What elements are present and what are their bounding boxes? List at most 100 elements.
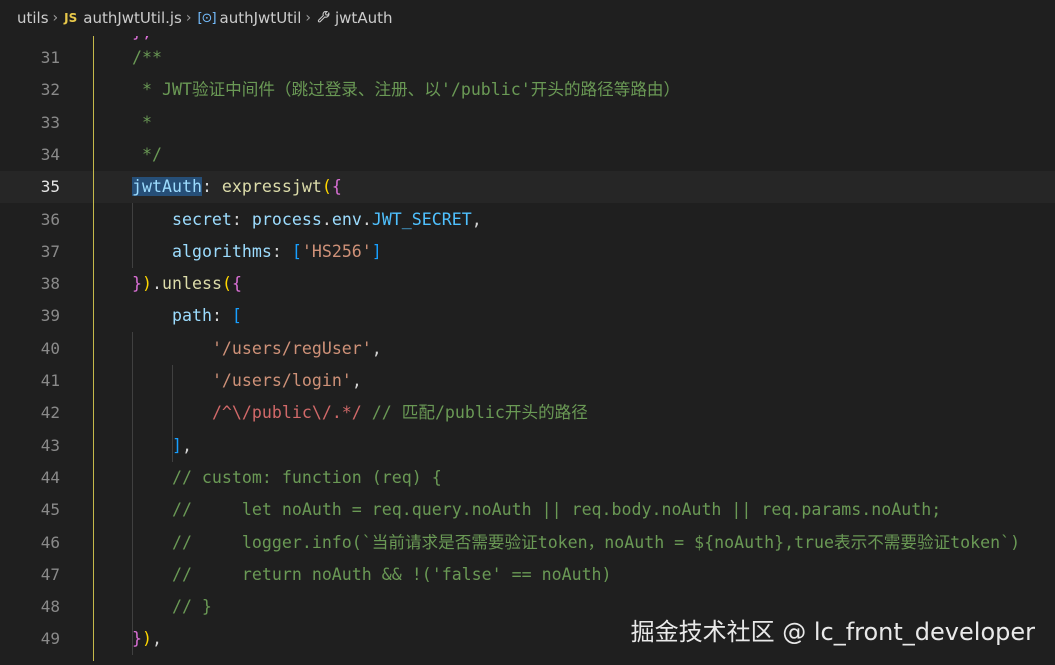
code-token: ,: [351, 371, 362, 390]
breadcrumb-file-label: authJwtUtil.js: [83, 9, 182, 27]
indent-guide: [132, 203, 133, 268]
code-line-content: '/users/regUser',: [132, 333, 382, 365]
code-line-content: /**: [132, 42, 162, 74]
code-line-content: secret: process.env.JWT_SECRET,: [132, 204, 482, 236]
line-number: 32: [40, 80, 60, 100]
code-line[interactable]: 47 // return noAuth && !('false' == noAu…: [0, 559, 1055, 591]
line-number: 48: [40, 597, 60, 617]
javascript-file-icon: JS: [64, 11, 78, 25]
code-token: // return noAuth && !('false' == noAuth): [132, 564, 612, 584]
line-number: 31: [40, 48, 60, 67]
code-token: // }: [132, 597, 212, 617]
code-line[interactable]: 36 secret: process.env.JWT_SECRET,: [0, 204, 1055, 236]
line-number: 42: [40, 403, 60, 423]
code-line-content: algorithms: ['HS256']: [132, 236, 382, 268]
line-number: 34: [40, 144, 60, 164]
line-number: 43: [40, 435, 60, 455]
code-line[interactable]: 40 '/users/regUser',: [0, 333, 1055, 365]
code-line-content: // logger.info(`当前请求是否需要验证token，noAuth =…: [132, 527, 1020, 559]
code-line[interactable]: 33 *: [0, 107, 1055, 139]
indent-guide: [172, 364, 173, 462]
breadcrumb-member[interactable]: jwtAuth: [317, 9, 392, 27]
code-token: :: [231, 209, 252, 229]
code-line[interactable]: 39 path: [: [0, 300, 1055, 332]
code-token: .: [152, 274, 162, 294]
code-line[interactable]: 46 // logger.info(`当前请求是否需要验证token，noAut…: [0, 527, 1055, 559]
code-line[interactable]: 45 // let noAuth = req.query.noAuth || r…: [0, 494, 1055, 526]
code-line[interactable]: 34 */: [0, 139, 1055, 171]
breadcrumb-folder[interactable]: utils: [17, 9, 49, 27]
wrench-icon: [317, 11, 331, 25]
code-token: ,: [181, 435, 192, 455]
code-token: path: [171, 306, 212, 326]
code-line-content: // return noAuth && !('false' == noAuth): [132, 559, 612, 591]
code-token: algorithms: [171, 241, 272, 261]
code-token: ]: [171, 435, 182, 455]
code-token: .: [361, 209, 372, 229]
code-line[interactable]: 41 '/users/login',: [0, 365, 1055, 397]
chevron-right-icon: ›: [52, 10, 59, 26]
code-line[interactable]: 43 ],: [0, 430, 1055, 462]
breadcrumb-symbol[interactable]: [⊙] authJwtUtil: [197, 9, 301, 27]
code-token: ]: [371, 241, 382, 261]
line-number: 45: [40, 500, 60, 520]
chevron-right-icon: ›: [305, 10, 311, 26]
line-number: 38: [40, 274, 60, 294]
code-token: },: [132, 36, 152, 41]
code-token: :: [271, 241, 292, 261]
indent-guide: [132, 332, 133, 656]
code-line[interactable]: 31 /**: [0, 42, 1055, 74]
code-token: secret: [171, 209, 232, 229]
code-line-content: * JWT验证中间件（跳过登录、注册、以'/public'开头的路径等路由）: [132, 74, 680, 106]
code-token: .: [321, 209, 332, 229]
code-token: :: [201, 177, 222, 197]
code-token: (: [321, 177, 332, 197]
breadcrumb: utils › JS authJwtUtil.js › [⊙] authJwtU…: [0, 0, 1055, 36]
code-line-content: // custom: function (req) {: [132, 462, 442, 494]
code-token: ,: [471, 209, 482, 229]
code-line-content: ],: [132, 430, 192, 462]
code-token: */: [132, 144, 162, 164]
breadcrumb-file[interactable]: JS authJwtUtil.js: [64, 9, 182, 27]
code-line[interactable]: 44 // custom: function (req) {: [0, 462, 1055, 494]
code-line-content: path: [: [132, 300, 242, 332]
code-token: '/users/regUser': [211, 338, 372, 358]
code-token: 'HS256': [301, 241, 372, 261]
line-number: 49: [40, 629, 60, 649]
code-line-content: */: [132, 139, 162, 171]
code-token: // 匹配/public开头的路径: [361, 403, 588, 423]
code-token: env: [331, 209, 362, 229]
code-token: [: [291, 241, 302, 261]
code-token: ): [142, 629, 152, 649]
code-line-content: }).unless({: [132, 268, 242, 300]
code-token: }: [132, 274, 142, 294]
line-number: 46: [40, 532, 60, 552]
code-line[interactable]: 32 * JWT验证中间件（跳过登录、注册、以'/public'开头的路径等路由…: [0, 74, 1055, 106]
code-token: process: [251, 209, 322, 229]
code-line[interactable]: 37 algorithms: ['HS256']: [0, 236, 1055, 268]
line-number: 41: [40, 371, 60, 390]
variable-symbol-icon: [⊙]: [197, 10, 216, 26]
chevron-right-icon: ›: [185, 10, 192, 26]
code-token: {: [331, 177, 342, 197]
code-line[interactable]: 42 /^\/public\/.*/ // 匹配/public开头的路径: [0, 397, 1055, 429]
code-token: [: [231, 306, 242, 326]
code-token: /^\/public\/.*/: [211, 403, 362, 423]
code-line-content: // }: [132, 591, 212, 623]
code-token: (: [221, 274, 232, 294]
code-editor[interactable]: }, 31 /** 32 * JWT验证中间件（跳过登录、注册、以'/public'…: [0, 36, 1055, 665]
watermark: 掘金技术社区 @ lc_front_developer: [630, 618, 1035, 646]
code-line[interactable]: 38 }).unless({: [0, 268, 1055, 300]
breadcrumb-symbol-label: authJwtUtil: [219, 9, 302, 27]
code-line-content: /^\/public\/.*/ // 匹配/public开头的路径: [132, 397, 588, 429]
line-number: 39: [40, 306, 60, 326]
code-line-content: '/users/login',: [132, 365, 362, 397]
code-line-content: jwtAuth: expressjwt({: [132, 171, 342, 203]
code-line[interactable]: 35 jwtAuth: expressjwt({: [0, 171, 1055, 204]
code-token: {: [231, 274, 242, 294]
indent-guide: [93, 36, 94, 661]
code-token: // custom: function (req) {: [132, 467, 442, 487]
